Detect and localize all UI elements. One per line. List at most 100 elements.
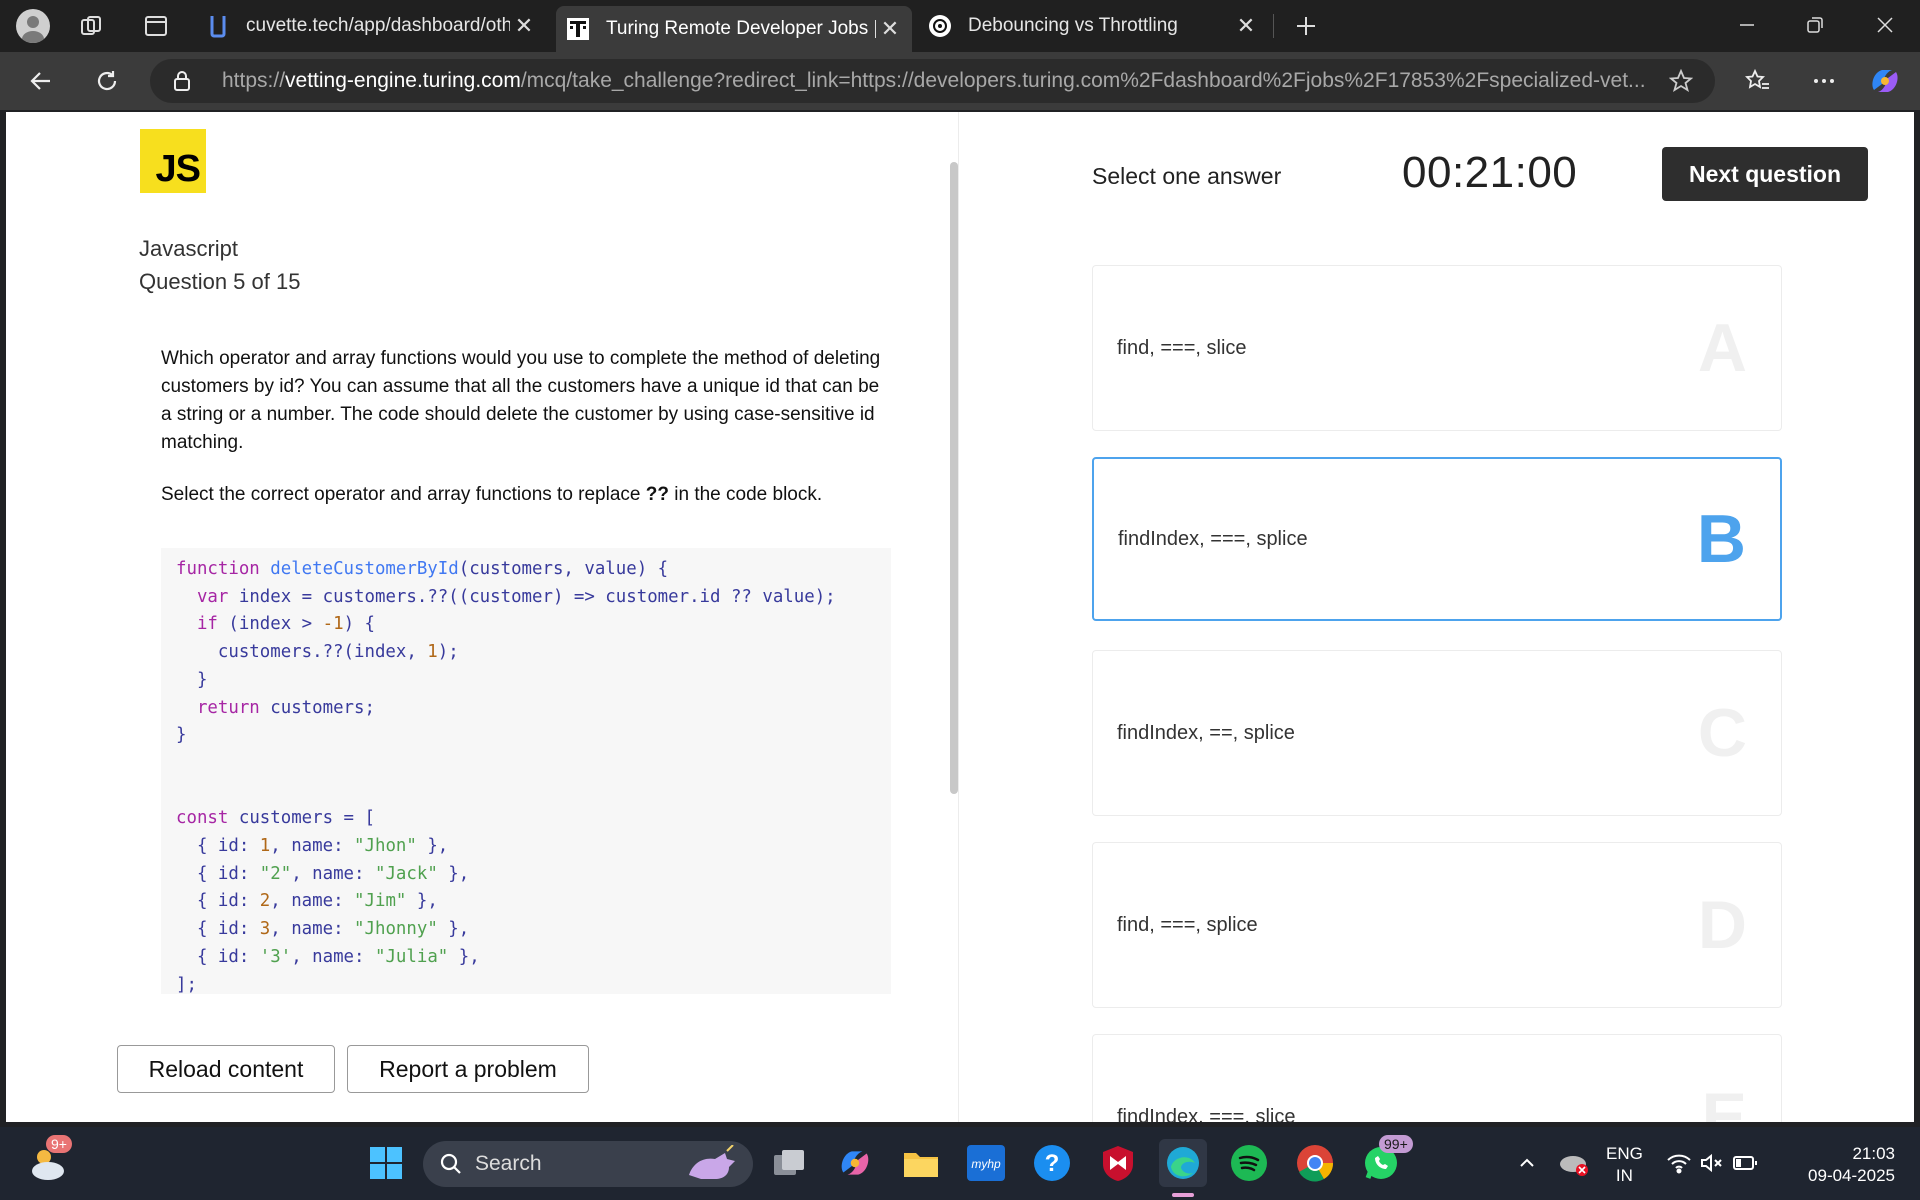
edge-active-indicator: [1172, 1193, 1194, 1197]
taskbar-search-input[interactable]: Search: [423, 1141, 753, 1187]
unicorn-icon: [689, 1145, 735, 1179]
edge-icon[interactable]: [1159, 1139, 1207, 1187]
clock-time: 21:03: [1852, 1144, 1895, 1163]
report-problem-button[interactable]: Report a problem: [347, 1045, 589, 1093]
option-letter: A: [1697, 310, 1747, 386]
javascript-logo: JS: [140, 129, 206, 193]
svg-text:?: ?: [1045, 1150, 1060, 1177]
new-tab-icon[interactable]: [1290, 10, 1322, 42]
search-placeholder: Search: [475, 1152, 542, 1175]
restore-icon[interactable]: [1782, 0, 1848, 50]
tab-actions-icon[interactable]: [142, 12, 170, 40]
browser-tab-turing[interactable]: Turing Remote Developer Jobs | A ✕: [556, 6, 912, 52]
page-content: JS Javascript Question 5 of 15 Which ope…: [6, 112, 1914, 1122]
task-view-icon[interactable]: [766, 1139, 814, 1187]
answer-option-c[interactable]: findIndex, ==, splice C: [1092, 650, 1782, 816]
svg-text:myhp: myhp: [971, 1157, 1001, 1171]
more-menu-icon[interactable]: [1801, 58, 1847, 104]
pane-divider: [958, 112, 959, 1122]
reload-content-button[interactable]: Reload content: [117, 1045, 335, 1093]
battery-icon[interactable]: [1730, 1139, 1760, 1187]
favorite-star-icon[interactable]: [1668, 68, 1694, 98]
address-bar[interactable]: https://vetting-engine.turing.com/mcq/ta…: [150, 59, 1715, 103]
whatsapp-icon[interactable]: 99+: [1357, 1135, 1413, 1187]
workspaces-icon[interactable]: [78, 12, 106, 40]
tab-title: Debouncing vs Throttling: [968, 15, 1178, 36]
option-text: findIndex, ===, splice: [1118, 527, 1308, 550]
minimize-icon[interactable]: [1714, 0, 1780, 50]
muted-volume-icon[interactable]: [1697, 1139, 1727, 1187]
answer-option-b[interactable]: findIndex, ===, splice B: [1092, 457, 1782, 621]
copilot-icon[interactable]: [1862, 58, 1908, 104]
close-tab-icon[interactable]: ✕: [510, 12, 538, 40]
onedrive-icon[interactable]: [1550, 1139, 1598, 1187]
url-host: vetting-engine.turing.com: [285, 69, 521, 92]
option-letter: D: [1697, 887, 1747, 963]
weather-badge: 9+: [46, 1135, 72, 1153]
windows-taskbar: 9+ Search myhp ? 99+ ENG IN 21:03 09-04-20…: [0, 1127, 1920, 1200]
question-counter: Question 5 of 15: [139, 269, 301, 294]
turing-favicon-icon: [566, 17, 590, 41]
option-text: find, ===, splice: [1117, 913, 1258, 936]
browser-toolbar: https://vetting-engine.turing.com/mcq/ta…: [0, 52, 1920, 110]
clock-date: 09-04-2025: [1808, 1166, 1895, 1185]
whatsapp-badge: 99+: [1379, 1135, 1413, 1153]
show-hidden-icons-icon[interactable]: [1503, 1139, 1551, 1187]
question-instruction: Select the correct operator and array fu…: [161, 484, 891, 506]
browser-tab-cuvette[interactable]: cuvette.tech/app/dashboard/othe ✕: [196, 6, 546, 46]
language-indicator[interactable]: ENG IN: [1606, 1143, 1643, 1187]
cuvette-favicon-icon: [206, 14, 230, 38]
close-tab-icon[interactable]: ✕: [1232, 12, 1260, 40]
tab-title: cuvette.tech/app/dashboard/othe: [246, 15, 510, 36]
profile-avatar-icon[interactable]: [16, 9, 50, 43]
left-pane-scrollbar[interactable]: [950, 162, 958, 794]
system-clock[interactable]: 21:03 09-04-2025: [1795, 1143, 1895, 1187]
wifi-icon[interactable]: [1664, 1139, 1694, 1187]
refresh-icon[interactable]: [84, 58, 130, 104]
start-icon[interactable]: [362, 1139, 410, 1187]
back-icon[interactable]: [18, 58, 64, 104]
copilot-taskbar-icon[interactable]: [831, 1139, 879, 1187]
question-text: Which operator and array functions would…: [161, 348, 881, 453]
option-text: find, ===, slice: [1117, 336, 1247, 359]
spotify-icon[interactable]: [1225, 1139, 1273, 1187]
answer-option-e[interactable]: findIndex, ===, slice E: [1092, 1034, 1782, 1122]
favorites-icon[interactable]: [1735, 58, 1781, 104]
chrome-icon[interactable]: [1291, 1139, 1339, 1187]
subject-title: Javascript: [139, 236, 239, 261]
answer-option-d[interactable]: find, ===, splice D: [1092, 842, 1782, 1008]
lock-icon[interactable]: [172, 70, 192, 97]
mcafee-icon[interactable]: [1094, 1139, 1142, 1187]
option-text: findIndex, ==, splice: [1117, 721, 1295, 744]
url-text[interactable]: https://vetting-engine.turing.com/mcq/ta…: [222, 69, 1692, 93]
close-tab-icon[interactable]: ✕: [876, 15, 904, 43]
tab-title: Turing Remote Developer Jobs | A: [606, 18, 876, 39]
chatgpt-favicon-icon: [928, 14, 952, 38]
code-block: function deleteCustomerById(customers, v…: [161, 548, 891, 994]
select-one-answer-label: Select one answer: [1092, 163, 1282, 189]
option-letter: B: [1696, 501, 1746, 577]
url-path: /mcq/take_challenge?redirect_link=https:…: [520, 69, 1646, 92]
tab-separator: [1273, 14, 1274, 38]
code-snippet: function deleteCustomerById(customers, v…: [176, 559, 836, 994]
region-code: IN: [1615, 1166, 1633, 1185]
instruction-placeholder: ??: [645, 484, 669, 505]
browser-tab-strip: cuvette.tech/app/dashboard/othe ✕ Turing…: [0, 0, 1920, 52]
next-question-button[interactable]: Next question: [1662, 147, 1868, 201]
logo-text: JS: [155, 148, 201, 190]
browser-tab-chatgpt[interactable]: Debouncing vs Throttling ✕: [918, 6, 1268, 46]
search-icon: [440, 1153, 461, 1174]
file-explorer-icon[interactable]: [897, 1139, 945, 1187]
answer-option-a[interactable]: find, ===, slice A: [1092, 265, 1782, 431]
option-text: findIndex, ===, slice: [1117, 1105, 1296, 1123]
help-icon[interactable]: ?: [1028, 1139, 1076, 1187]
instruction-text-end: in the code block.: [668, 484, 823, 505]
option-letter: C: [1697, 695, 1747, 771]
countdown-timer: 00:21:00: [1402, 148, 1578, 197]
close-window-icon[interactable]: [1852, 0, 1918, 50]
weather-icon[interactable]: 9+: [24, 1135, 72, 1187]
myhp-icon[interactable]: myhp: [962, 1139, 1010, 1187]
option-letter: E: [1701, 1079, 1747, 1122]
language-code: ENG: [1606, 1144, 1643, 1163]
url-prefix: https://: [222, 69, 286, 92]
